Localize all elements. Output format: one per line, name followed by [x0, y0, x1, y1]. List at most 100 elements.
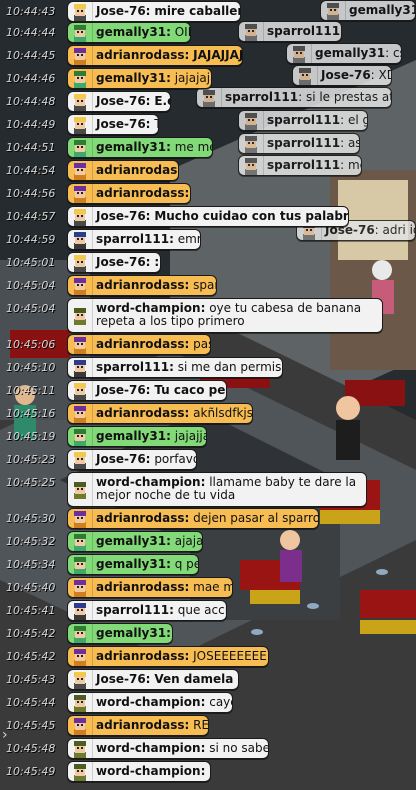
username[interactable]: sparrol111: [267, 158, 340, 172]
user-avatar-icon[interactable]: [68, 555, 93, 574]
user-avatar-icon[interactable]: [68, 473, 93, 506]
username[interactable]: adrianrodass: [96, 406, 185, 420]
chat-message-bubble[interactable]: word-champion: llamame baby te dare la m…: [67, 472, 367, 507]
chat-message-bubble[interactable]: adrianrodass: dejen pasar al sparroool: [67, 508, 319, 529]
user-avatar-icon[interactable]: [68, 450, 93, 469]
username[interactable]: word-champion: [96, 475, 201, 489]
username[interactable]: Jose-76: [321, 68, 371, 82]
chat-message-bubble[interactable]: adrianrodass: mae mia: [67, 577, 233, 598]
chat-message-bubble[interactable]: adrianrodass: JAJJA: [67, 183, 191, 204]
user-avatar-icon[interactable]: [68, 299, 93, 332]
user-avatar-icon[interactable]: [68, 230, 93, 249]
chat-message-bubble[interactable]: Jose-76: :): [67, 252, 161, 273]
user-avatar-icon[interactable]: [68, 716, 93, 735]
room-viewport[interactable]: gemally31: hms sparrol111: mira gemally31:…: [0, 0, 416, 790]
user-avatar-icon[interactable]: [68, 184, 93, 203]
user-avatar-icon[interactable]: [68, 624, 93, 643]
chat-message-bubble[interactable]: sparrol111: que accion: [67, 600, 227, 621]
chat-message-bubble[interactable]: adrianrodass: RELAJA: [67, 715, 209, 736]
username[interactable]: Jose-76: [96, 209, 146, 223]
chat-message-bubble[interactable]: adrianrodass: sparrol: [67, 275, 217, 296]
chat-message-bubble[interactable]: adrianrodass: JOSEEEEEEEEE: [67, 646, 269, 667]
chat-message-bubble[interactable]: word-champion: oye tu cabesa de banana r…: [67, 298, 383, 333]
username[interactable]: sparrol111: [267, 24, 340, 38]
username[interactable]: word-champion: [96, 301, 201, 315]
username[interactable]: gemally31: [96, 626, 166, 640]
chat-message-bubble[interactable]: word-champion: si no sabe no opine: [67, 738, 269, 759]
user-avatar-icon[interactable]: [68, 276, 93, 295]
chat-message-bubble[interactable]: adrianrodass: akñlsdfkjsdf: [67, 403, 253, 424]
username[interactable]: gemally31: [96, 429, 166, 443]
username[interactable]: Jose-76: [96, 383, 146, 397]
username[interactable]: Jose-76: [96, 452, 146, 466]
chevron-right-icon[interactable]: ›: [2, 727, 8, 743]
chat-message-bubble[interactable]: gemally31: jajajajaja: [67, 68, 212, 89]
user-avatar-icon[interactable]: [68, 670, 93, 689]
username[interactable]: Jose-76: [96, 4, 146, 18]
chat-message-bubble[interactable]: word-champion: caye sapo <: [67, 692, 233, 713]
chat-message-bubble[interactable]: gemally31: hi: [67, 623, 173, 644]
username[interactable]: adrianrodass: [96, 278, 185, 292]
user-avatar-icon[interactable]: [68, 427, 93, 446]
user-avatar-icon[interactable]: [68, 739, 93, 758]
username[interactable]: adrianrodass: [96, 511, 185, 525]
user-avatar-icon[interactable]: [68, 693, 93, 712]
chat-message-bubble[interactable]: gemally31: me meo: [67, 137, 213, 158]
chat-message-bubble[interactable]: Jose-76: Ven damela ami: [67, 669, 239, 690]
chat-message-bubble[interactable]: Jose-76: Mucho cuidao con tus palabras: [67, 206, 349, 227]
username[interactable]: Jose-76: [96, 94, 146, 108]
user-avatar-icon[interactable]: [68, 404, 93, 423]
username[interactable]: adrianrodass: [96, 718, 185, 732]
chat-message-bubble[interactable]: adrianrodass: pasa: [67, 334, 211, 355]
user-avatar-icon[interactable]: [68, 161, 93, 180]
user-avatar-icon[interactable]: [68, 358, 93, 377]
username[interactable]: gemally31: [96, 25, 166, 39]
user-avatar-icon[interactable]: [68, 762, 93, 781]
username[interactable]: word-champion: [96, 741, 201, 755]
username[interactable]: sparrol111: [225, 90, 298, 104]
username[interactable]: Jose-76: [96, 672, 146, 686]
user-avatar-icon[interactable]: [68, 578, 93, 597]
username[interactable]: word-champion: [96, 764, 201, 778]
chat-message-bubble[interactable]: adrianrodass: dioz: [67, 160, 179, 181]
username[interactable]: sparrol111: [96, 360, 169, 374]
user-avatar-icon[interactable]: [68, 253, 93, 272]
username[interactable]: gemally31: [96, 71, 166, 85]
chat-message-bubble[interactable]: gemally31: OILO: [67, 22, 191, 43]
user-avatar-icon[interactable]: [68, 381, 93, 400]
user-avatar-icon[interactable]: [68, 23, 93, 42]
username[interactable]: gemally31: [349, 3, 415, 17]
username[interactable]: adrianrodass: [96, 580, 185, 594]
username[interactable]: adrianrodass: [96, 186, 185, 200]
chat-message-bubble[interactable]: sparrol111: emm: [67, 229, 201, 250]
username[interactable]: sparrol111: [96, 603, 169, 617]
user-avatar-icon[interactable]: [68, 115, 93, 134]
username[interactable]: gemally31: [96, 557, 166, 571]
username[interactable]: adrianrodass: [96, 48, 185, 62]
username[interactable]: gemally31: [96, 534, 166, 548]
username[interactable]: sparrol111: [267, 136, 340, 150]
chat-message-bubble[interactable]: Jose-76: mire caballero: [67, 1, 241, 22]
user-avatar-icon[interactable]: [68, 601, 93, 620]
user-avatar-icon[interactable]: [68, 532, 93, 551]
chat-message-bubble[interactable]: sparrol111: si me dan permiso por favor: [67, 357, 283, 378]
username[interactable]: adrianrodass: [96, 649, 185, 663]
user-avatar-icon[interactable]: [68, 46, 93, 65]
username[interactable]: Jose-76: [96, 255, 146, 269]
chat-message-bubble[interactable]: gemally31: jajajjaja: [67, 426, 207, 447]
username[interactable]: adrianrodass: [96, 163, 178, 177]
username[interactable]: sparrol111: [267, 113, 340, 127]
username[interactable]: Jose-76: [96, 117, 146, 131]
user-avatar-icon[interactable]: [68, 69, 93, 88]
user-avatar-icon[interactable]: [68, 647, 93, 666]
chat-message-bubble[interactable]: word-champion: pira: [67, 761, 211, 782]
user-avatar-icon[interactable]: [68, 2, 93, 21]
username[interactable]: gemally31: [315, 46, 385, 60]
username[interactable]: adrianrodass: [96, 337, 185, 351]
chat-message-bubble[interactable]: gemally31: q pedo: [67, 554, 199, 575]
chat-message-bubble[interactable]: Jose-76: porfavol: [67, 449, 197, 470]
user-avatar-icon[interactable]: [68, 207, 93, 226]
chat-message-bubble[interactable]: adrianrodass: JAJAJJAJA: [67, 45, 243, 66]
user-avatar-icon[interactable]: [68, 509, 93, 528]
user-avatar-icon[interactable]: [68, 138, 93, 157]
